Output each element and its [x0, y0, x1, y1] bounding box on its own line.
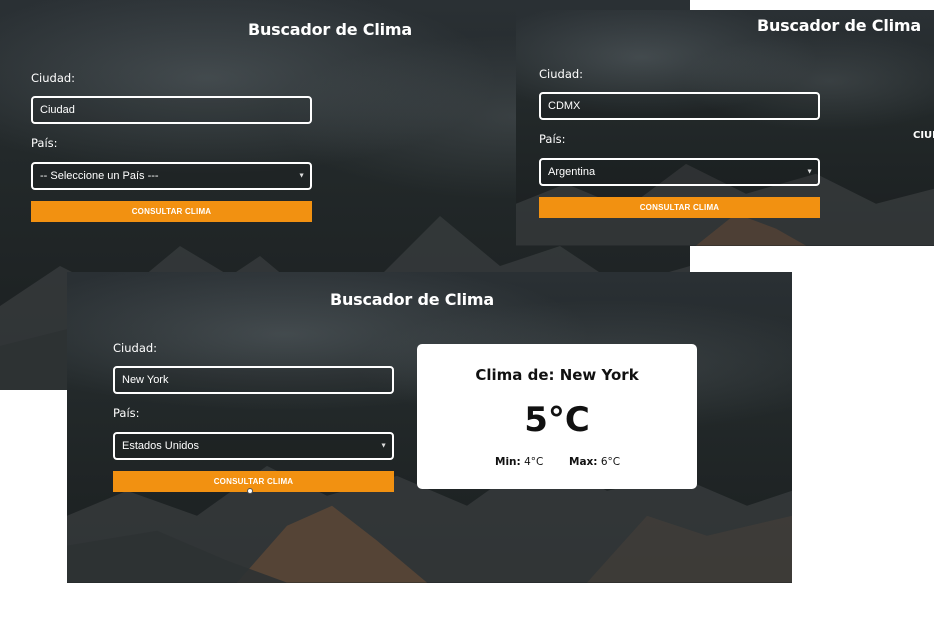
city-label: Ciudad: — [31, 71, 76, 85]
max-label: Max: — [569, 456, 598, 468]
app-title: Buscador de Clima — [757, 16, 921, 35]
min-temperature: Min: 4°C — [495, 456, 543, 468]
chevron-down-icon: ▼ — [298, 172, 305, 180]
result-title-cut-off: CIUI — [913, 130, 934, 141]
app-title: Buscador de Clima — [248, 20, 412, 39]
weather-app-screen-2: Buscador de Clima Ciudad: CDMX País: Arg… — [516, 10, 934, 246]
country-select-value: -- Seleccione un País --- — [40, 170, 159, 182]
consult-weather-button[interactable]: CONSULTAR CLIMA — [539, 197, 820, 218]
screenshot-collage: Buscador de Clima Ciudad: Ciudad País: -… — [0, 0, 934, 625]
max-value: 6°C — [600, 456, 621, 468]
country-select[interactable]: Estados Unidos ▼ — [113, 432, 394, 460]
country-select[interactable]: -- Seleccione un País --- ▼ — [31, 162, 312, 190]
weather-app-screen-3: Buscador de Clima Ciudad: New York País:… — [67, 272, 792, 583]
app-title: Buscador de Clima — [330, 290, 494, 309]
city-input-value: New York — [122, 374, 169, 386]
city-label: Ciudad: — [539, 67, 584, 81]
city-input[interactable]: Ciudad — [31, 96, 312, 124]
country-select-value: Argentina — [548, 166, 596, 178]
city-input[interactable]: New York — [113, 366, 394, 394]
city-input[interactable]: CDMX — [539, 92, 820, 120]
weather-result-card: Clima de: New York 5°C Min: 4°C Max: 6°C — [417, 344, 697, 489]
city-input-placeholder: Ciudad — [40, 104, 75, 116]
country-label: País: — [31, 136, 58, 150]
result-title: Clima de: New York — [475, 366, 639, 384]
min-label: Min: — [495, 456, 521, 468]
current-temperature: 5°C — [524, 400, 590, 440]
min-value: 4°C — [524, 456, 544, 468]
city-label: Ciudad: — [113, 341, 158, 355]
cursor-icon — [247, 488, 253, 494]
consult-weather-button[interactable]: CONSULTAR CLIMA — [31, 201, 312, 222]
max-temperature: Max: 6°C — [569, 456, 620, 468]
consult-weather-button[interactable]: CONSULTAR CLIMA — [113, 471, 394, 492]
country-label: País: — [113, 406, 140, 420]
chevron-down-icon: ▼ — [806, 168, 813, 176]
country-select[interactable]: Argentina ▼ — [539, 158, 820, 186]
city-input-value: CDMX — [548, 100, 581, 112]
chevron-down-icon: ▼ — [380, 442, 387, 450]
country-label: País: — [539, 132, 566, 146]
country-select-value: Estados Unidos — [122, 440, 200, 452]
